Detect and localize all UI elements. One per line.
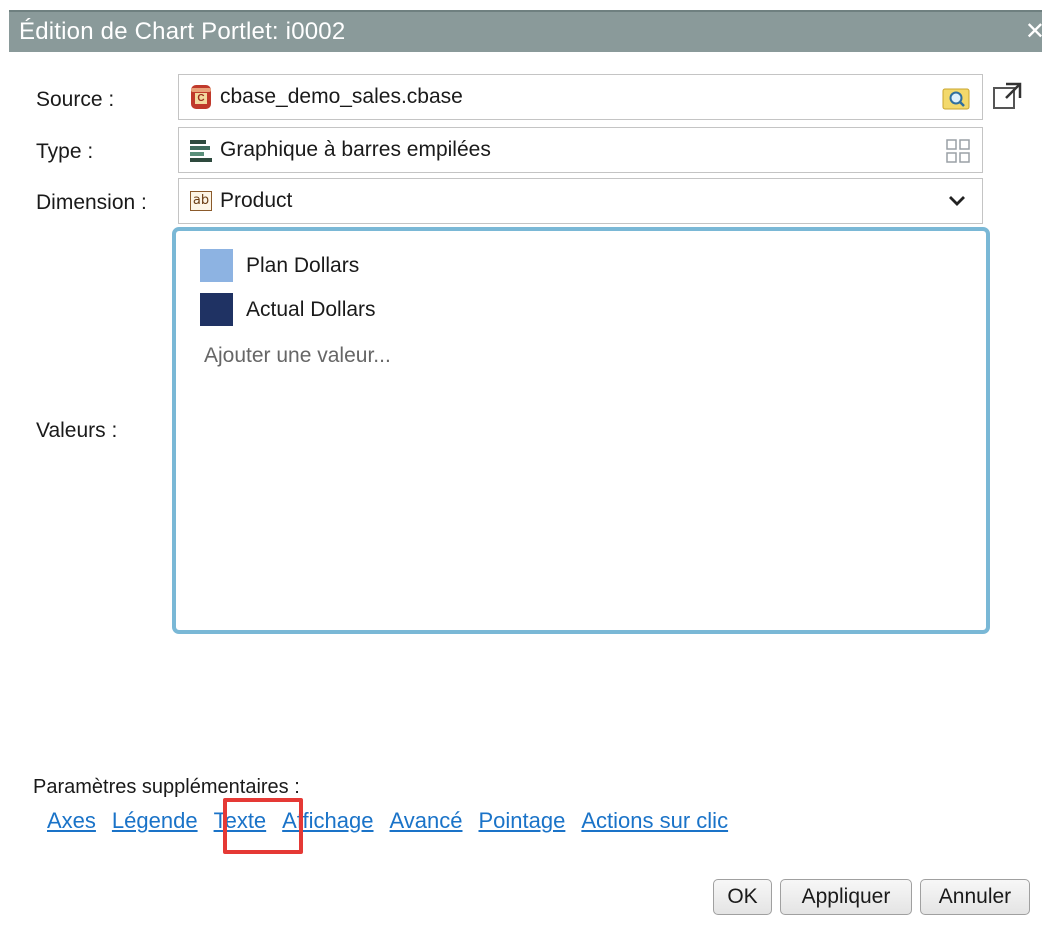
series-color-swatch[interactable] [200,249,233,282]
folder-search-icon[interactable] [942,85,970,116]
link-axes[interactable]: Axes [47,808,96,834]
values-list[interactable]: Plan Dollars Actual Dollars Ajouter une … [172,227,990,634]
value-item-label: Actual Dollars [246,297,376,321]
link-actions-sur-clic[interactable]: Actions sur clic [581,808,728,834]
dimension-value: Product [220,189,293,212]
dialog-title: Édition de Chart Portlet: i0002 [19,18,346,45]
open-external-icon[interactable] [992,80,1024,117]
params-label: Paramètres supplémentaires : [33,776,300,798]
link-legende[interactable]: Légende [112,808,198,834]
link-avance[interactable]: Avancé [390,808,463,834]
values-label: Valeurs : [36,419,118,442]
cancel-button[interactable]: Annuler [920,879,1030,915]
params-links: Axes Légende Texte Affichage Avancé Poin… [47,808,744,834]
close-icon[interactable]: ✕ [1025,17,1042,46]
highlight-box [223,798,303,854]
add-value-input[interactable]: Ajouter une valeur... [204,344,391,368]
stacked-bar-chart-icon [190,139,212,162]
source-field[interactable]: C cbase_demo_sales.cbase [178,74,983,120]
source-label: Source : [36,88,115,111]
value-item[interactable]: Actual Dollars [200,293,376,326]
text-field-ab-icon: ab [190,190,212,212]
dimension-select[interactable]: ab Product [178,178,983,224]
series-color-swatch[interactable] [200,293,233,326]
ok-button[interactable]: OK [713,879,772,915]
apply-button[interactable]: Appliquer [780,879,912,915]
type-label: Type : [36,140,94,163]
value-item-label: Plan Dollars [246,253,360,277]
source-value: cbase_demo_sales.cbase [220,85,463,108]
type-field[interactable]: Graphique à barres empilées [178,127,983,173]
link-pointage[interactable]: Pointage [479,808,566,834]
type-value: Graphique à barres empilées [220,138,491,161]
value-item[interactable]: Plan Dollars [200,249,359,282]
dimension-label: Dimension : [36,191,147,214]
chevron-down-icon[interactable] [948,194,966,213]
cbase-db-icon: C [190,85,212,109]
grid-icon[interactable] [946,139,970,168]
dialog-titlebar: Édition de Chart Portlet: i0002 ✕ [9,10,1042,52]
